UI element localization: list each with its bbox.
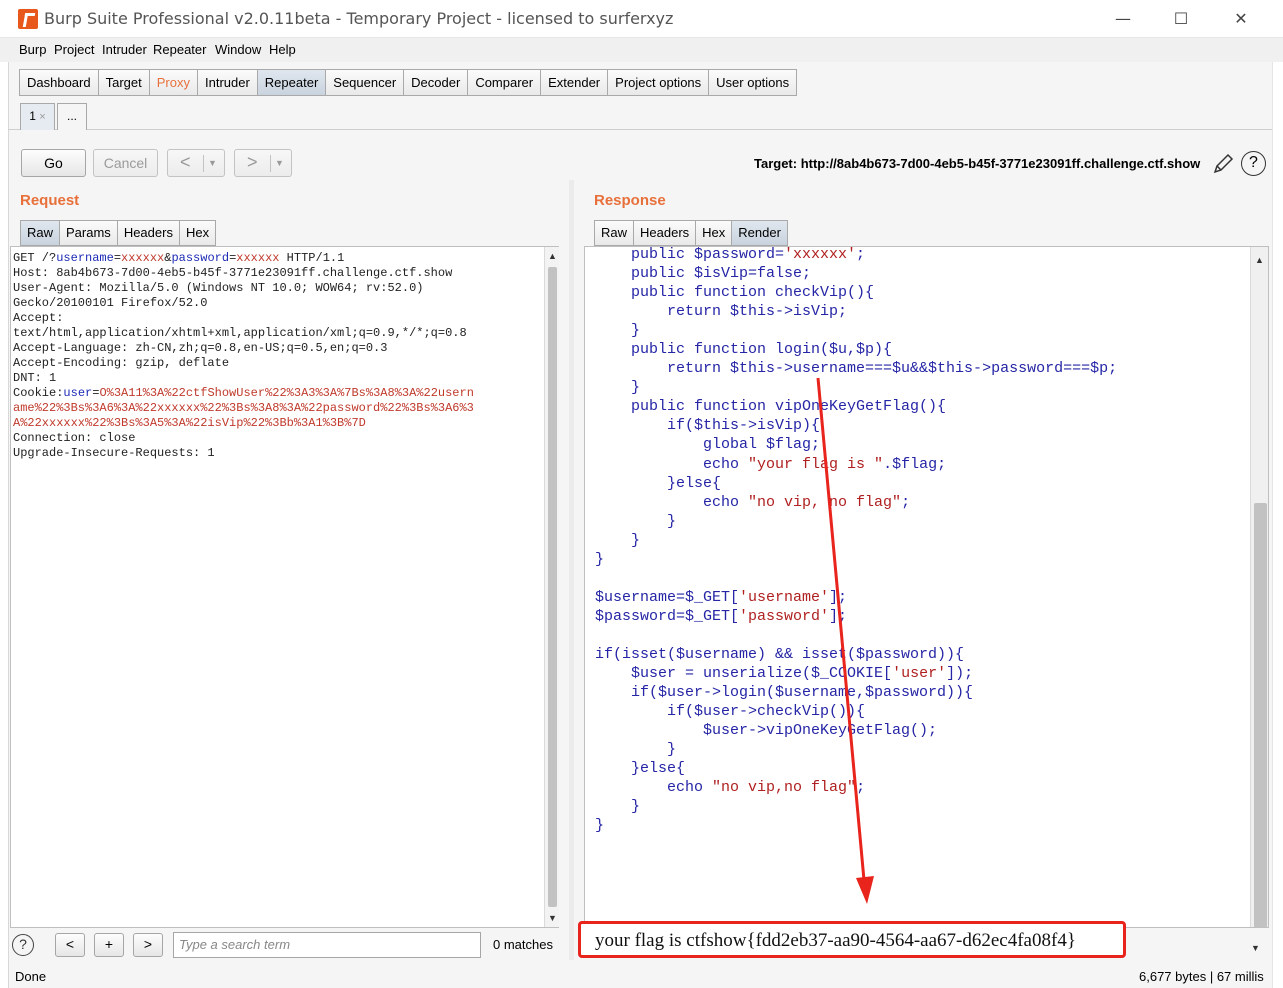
response-size-timing: 6,677 bytes | 67 millis: [1139, 969, 1264, 984]
annotation-arrow: [816, 377, 874, 904]
status-text: Done: [15, 969, 47, 984]
